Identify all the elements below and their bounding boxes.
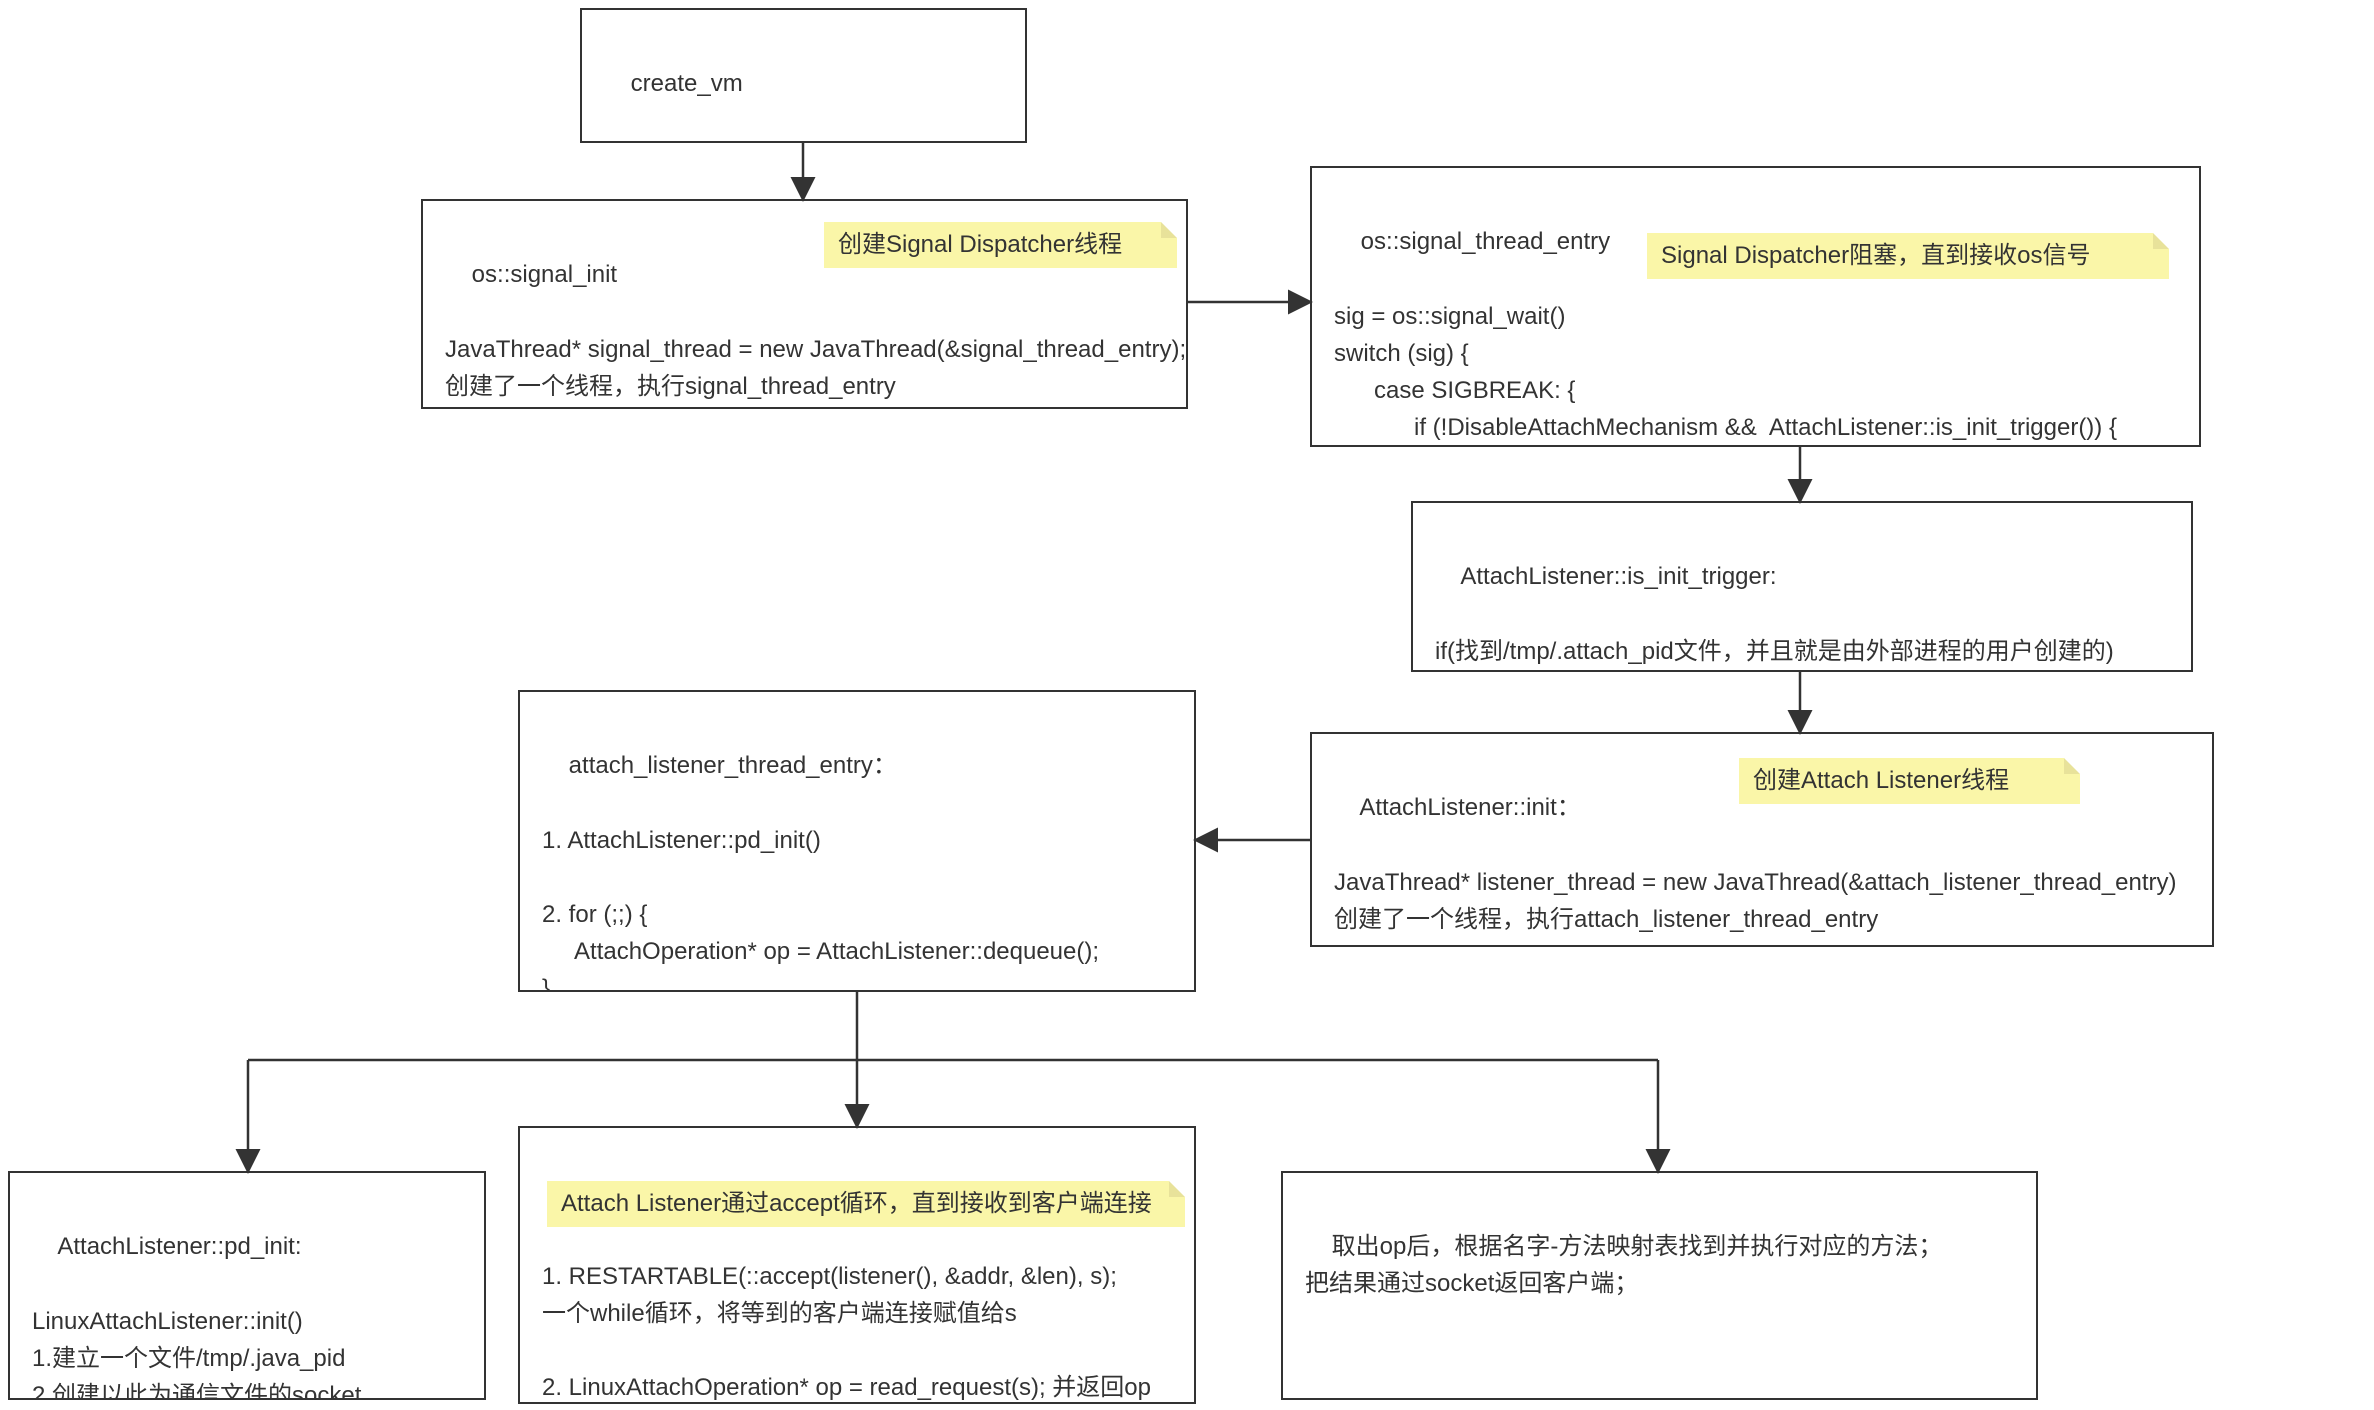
note-signal-dispatcher: 创建Signal Dispatcher线程 xyxy=(824,222,1177,268)
node-dequeue: LinuxAttachListener::dequeue: 1. RESTART… xyxy=(518,1126,1196,1404)
node-text: os::signal_init JavaThread* signal_threa… xyxy=(445,261,1186,400)
node-text: AttachListener::is_init_trigger: if(找到/t… xyxy=(1435,563,2114,672)
node-signal-thread-entry: os::signal_thread_entry sig = os::signal… xyxy=(1310,166,2201,447)
node-text: create_vm os::signal_init(CHECK_JNI_ERR)… xyxy=(604,70,969,143)
note-accept-loop: Attach Listener通过accept循环，直到接收到客户端连接 xyxy=(547,1181,1185,1227)
note-text: Attach Listener通过accept循环，直到接收到客户端连接 xyxy=(561,1190,1152,1217)
node-text: attach_listener_thread_entry： 1. AttachL… xyxy=(542,752,1099,992)
note-text: 创建Attach Listener线程 xyxy=(1753,767,2009,794)
node-op-dispatch: 取出op后，根据名字-方法映射表找到并执行对应的方法； 把结果通过socket返… xyxy=(1281,1171,2038,1400)
node-create-vm: create_vm os::signal_init(CHECK_JNI_ERR)… xyxy=(580,8,1027,143)
note-create-attach-listener: 创建Attach Listener线程 xyxy=(1739,758,2080,804)
node-text: AttachListener::pd_init: LinuxAttachList… xyxy=(32,1233,361,1400)
node-attach-listener-thread-entry: attach_listener_thread_entry： 1. AttachL… xyxy=(518,690,1196,992)
node-text: 取出op后，根据名字-方法映射表找到并执行对应的方法； 把结果通过socket返… xyxy=(1305,1233,1942,1297)
diagram-canvas: create_vm os::signal_init(CHECK_JNI_ERR)… xyxy=(0,0,2374,1410)
node-text: AttachListener::init： JavaThread* listen… xyxy=(1334,794,2176,933)
node-is-init-trigger: AttachListener::is_init_trigger: if(找到/t… xyxy=(1411,501,2193,672)
node-pd-init: AttachListener::pd_init: LinuxAttachList… xyxy=(8,1171,486,1400)
note-text: 创建Signal Dispatcher线程 xyxy=(838,231,1122,258)
note-text: Signal Dispatcher阻塞，直到接收os信号 xyxy=(1661,242,2090,269)
note-signal-dispatcher-block: Signal Dispatcher阻塞，直到接收os信号 xyxy=(1647,233,2169,279)
